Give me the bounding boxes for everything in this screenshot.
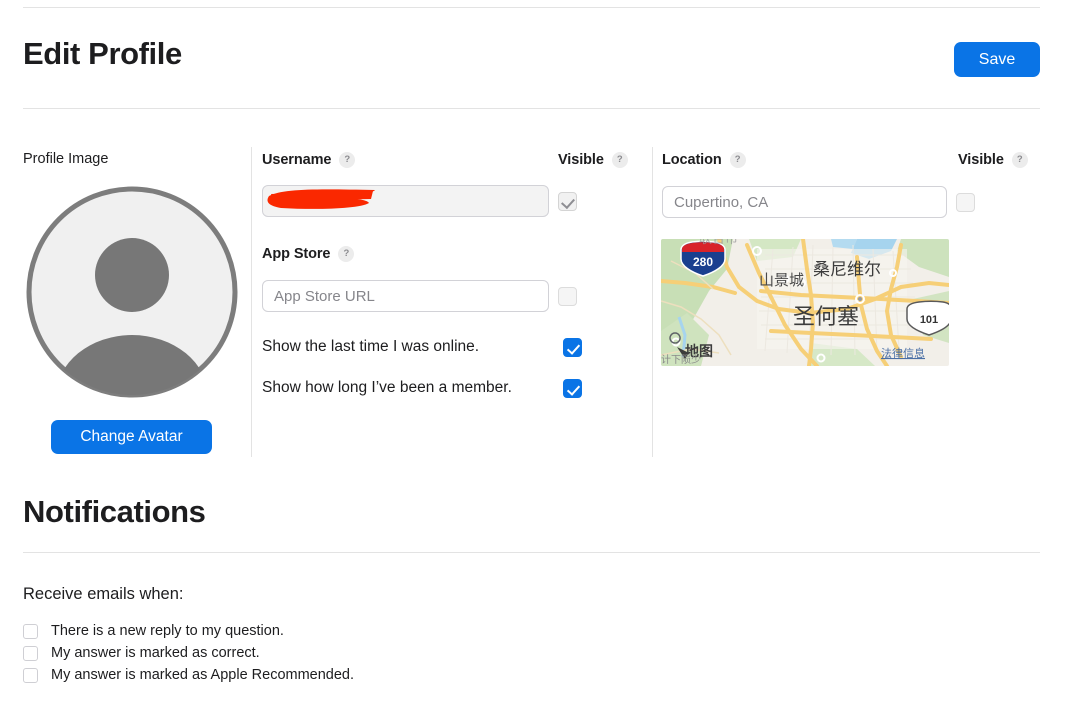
column-divider-2 <box>652 147 653 457</box>
save-button[interactable]: Save <box>954 42 1040 77</box>
username-label: Username <box>262 152 332 168</box>
location-visible-help-icon[interactable]: ? <box>1011 152 1028 168</box>
notification-item-apple-recommended[interactable]: My answer is marked as Apple Recommended… <box>23 667 354 683</box>
map-label-san-jose: 圣何塞 <box>793 305 859 330</box>
app-store-input[interactable] <box>262 280 549 312</box>
svg-text:联合市: 联合市 <box>699 239 738 247</box>
notifications-divider <box>23 552 1040 553</box>
username-label-group: Username ? <box>262 152 356 168</box>
location-help-icon[interactable]: ? <box>729 152 746 168</box>
app-store-help-icon[interactable]: ? <box>338 246 355 262</box>
username-visible-label-group: Visible ? <box>558 152 628 168</box>
person-avatar-placeholder-icon <box>26 186 238 398</box>
username-help-icon[interactable]: ? <box>339 152 356 168</box>
header-divider <box>23 108 1040 109</box>
location-map-thumbnail[interactable]: 280 101 山景城 桑尼维尔 圣何塞 联合市 地图 计下陨少 法律信息 <box>661 239 949 366</box>
notification-item-marked-correct[interactable]: My answer is marked as correct. <box>23 645 260 661</box>
location-visible-label-group: Visible ? <box>958 152 1028 168</box>
username-visible-help-icon[interactable]: ? <box>611 152 628 168</box>
notifications-intro: Receive emails when: <box>23 585 184 603</box>
notifications-title: Notifications <box>23 494 206 529</box>
app-store-visible-checkbox[interactable] <box>558 287 577 306</box>
notification-label-new-reply: There is a new reply to my question. <box>51 623 284 639</box>
notification-label-apple-recommended: My answer is marked as Apple Recommended… <box>51 667 355 683</box>
notification-label-marked-correct: My answer is marked as correct. <box>51 645 260 661</box>
notification-checkbox-new-reply[interactable] <box>23 623 38 639</box>
username-visible-label: Visible <box>558 152 604 168</box>
map-label-mountain-view: 山景城 <box>759 271 804 289</box>
column-divider-1 <box>251 147 252 457</box>
svg-text:280: 280 <box>693 255 713 269</box>
location-visible-checkbox[interactable] <box>956 193 975 212</box>
edit-profile-page: Edit Profile Save Profile Image Change A… <box>0 0 1080 714</box>
show-member-duration-label: Show how long I’ve been a member. <box>262 379 512 396</box>
map-legal-link: 法律信息 <box>881 346 925 360</box>
svg-text:计下陨少: 计下陨少 <box>661 353 701 366</box>
location-label-group: Location ? <box>662 152 746 168</box>
map-label-sunnyvale: 桑尼维尔 <box>813 260 881 280</box>
show-member-duration-checkbox[interactable] <box>563 379 582 398</box>
show-last-online-checkbox[interactable] <box>563 338 582 357</box>
location-label: Location <box>662 152 722 168</box>
location-input[interactable] <box>662 186 947 218</box>
notification-checkbox-marked-correct[interactable] <box>23 645 38 661</box>
username-visible-checkbox[interactable] <box>558 192 577 211</box>
location-visible-label: Visible <box>958 152 1004 168</box>
svg-text:101: 101 <box>920 314 938 326</box>
profile-image-label: Profile Image <box>23 151 109 167</box>
username-input[interactable] <box>262 185 549 217</box>
app-store-label-group: App Store ? <box>262 246 355 262</box>
change-avatar-button[interactable]: Change Avatar <box>51 420 212 454</box>
top-divider <box>23 7 1040 8</box>
notification-checkbox-apple-recommended[interactable] <box>23 667 38 683</box>
app-store-label: App Store <box>262 246 331 262</box>
page-title: Edit Profile <box>23 36 182 71</box>
notification-item-new-reply[interactable]: There is a new reply to my question. <box>23 623 284 639</box>
show-last-online-label: Show the last time I was online. <box>262 338 480 355</box>
